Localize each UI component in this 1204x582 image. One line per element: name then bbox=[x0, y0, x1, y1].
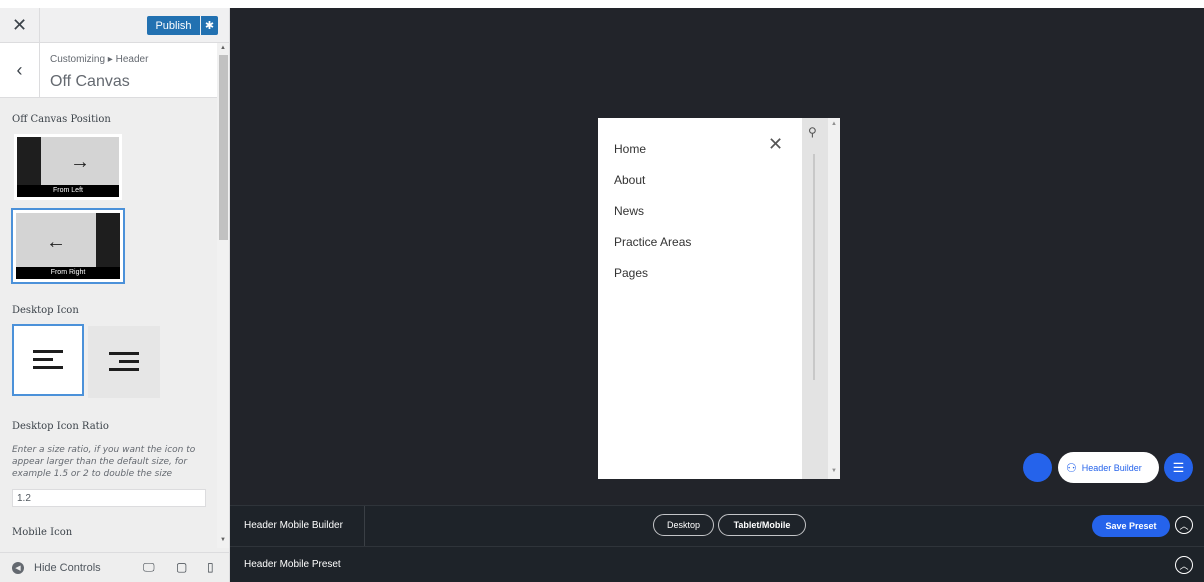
hide-controls-icon[interactable]: ◀ bbox=[12, 562, 24, 574]
scroll-up-icon: ▲ bbox=[220, 45, 226, 51]
position-option-right[interactable]: ← From Right bbox=[11, 208, 125, 284]
expand-preset-button[interactable]: ︿ bbox=[1175, 556, 1193, 574]
search-strip: ⚲ bbox=[802, 118, 828, 479]
menu-right-icon bbox=[109, 350, 139, 374]
close-customizer-button[interactable]: ✕ bbox=[0, 8, 40, 43]
hide-controls-button[interactable]: Hide Controls bbox=[34, 562, 101, 574]
scroll-up-icon: ▲ bbox=[831, 121, 837, 127]
sitemap-icon: ⚇ bbox=[1066, 460, 1077, 475]
ratio-title: Desktop Icon Ratio bbox=[12, 421, 109, 432]
breadcrumb: Customizing ▸ Header bbox=[50, 54, 149, 65]
mobile-icon[interactable]: ▯ bbox=[207, 560, 214, 574]
menu-item-home[interactable]: Home bbox=[614, 142, 646, 156]
section-title: Off Canvas bbox=[50, 73, 130, 90]
site-preview: ✕ Home About News Practice Areas Pages ⚲… bbox=[230, 8, 1204, 505]
scroll-down-icon: ▼ bbox=[831, 468, 837, 474]
list-icon[interactable]: ☰ bbox=[1164, 453, 1193, 482]
ratio-description: Enter a size ratio, if you want the icon… bbox=[12, 445, 196, 479]
position-label: From Left bbox=[17, 185, 119, 197]
collapse-builder-button[interactable]: ︿ bbox=[1175, 516, 1193, 534]
back-button[interactable]: ‹ bbox=[0, 43, 40, 98]
search-icon[interactable]: ⚲ bbox=[808, 125, 817, 139]
header-builder-label: Header Builder bbox=[1081, 462, 1142, 473]
divider bbox=[364, 506, 365, 547]
tablet-icon[interactable]: ▢ bbox=[176, 560, 187, 574]
save-preset-button[interactable]: Save Preset bbox=[1092, 515, 1170, 537]
close-icon[interactable]: ✕ bbox=[768, 134, 783, 155]
device-tab-desktop[interactable]: Desktop bbox=[653, 514, 714, 536]
off-canvas-menu: ✕ Home About News Practice Areas Pages bbox=[598, 118, 802, 479]
close-icon: ✕ bbox=[11, 15, 28, 35]
publish-button[interactable]: Publish bbox=[147, 16, 200, 35]
menu-item-practice-areas[interactable]: Practice Areas bbox=[614, 235, 691, 249]
position-option-left[interactable]: → From Left bbox=[14, 134, 122, 200]
menu-left-icon bbox=[33, 348, 63, 372]
position-label: From Right bbox=[16, 267, 120, 279]
arrow-right-icon: → bbox=[70, 151, 90, 173]
chevron-left-icon: ‹ bbox=[16, 60, 23, 80]
section-header: ‹ Customizing ▸ Header Off Canvas bbox=[0, 43, 217, 98]
scrollbar-thumb[interactable] bbox=[219, 55, 228, 240]
menu-item-news[interactable]: News bbox=[614, 204, 644, 218]
desktop-icon-option-right[interactable] bbox=[88, 326, 160, 398]
builder-title: Header Mobile Builder bbox=[244, 520, 343, 531]
gear-icon: ✱ bbox=[204, 20, 215, 32]
preset-title: Header Mobile Preset bbox=[244, 559, 341, 570]
panel-scrollbar[interactable]: ▲ ▼ bbox=[828, 118, 840, 479]
desktop-icon[interactable]: 🖵 bbox=[143, 560, 155, 575]
sidebar-scrollbar[interactable]: ▲ ▼ bbox=[217, 43, 229, 548]
header-preset-bar: Header Mobile Preset ︿ bbox=[230, 546, 1204, 582]
desktop-icon-option-left[interactable] bbox=[12, 324, 84, 396]
position-control-title: Off Canvas Position bbox=[12, 114, 111, 125]
ratio-input[interactable] bbox=[12, 489, 206, 507]
customizer-topbar: ✕ Publish ✱ bbox=[0, 8, 229, 43]
chevron-up-icon: ︿ bbox=[1179, 560, 1189, 571]
customizer-sidebar: ✕ Publish ✱ ‹ Customizing ▸ Header Off C… bbox=[0, 8, 230, 582]
menu-item-pages[interactable]: Pages bbox=[614, 266, 648, 280]
menu-item-about[interactable]: About bbox=[614, 173, 645, 187]
strip-divider bbox=[813, 154, 815, 380]
scroll-down-icon: ▼ bbox=[220, 537, 226, 543]
chevron-up-icon: ︿ bbox=[1179, 520, 1189, 531]
mobile-icon-title: Mobile Icon bbox=[12, 527, 73, 538]
arrow-left-icon: ← bbox=[46, 231, 66, 253]
header-builder-bar: Header Mobile Builder Desktop Tablet/Mob… bbox=[230, 505, 1204, 547]
sidebar-footer: ◀ Hide Controls 🖵 ▢ ▯ bbox=[0, 552, 229, 582]
publish-settings-button[interactable]: ✱ bbox=[201, 16, 218, 35]
device-tab-tablet-mobile[interactable]: Tablet/Mobile bbox=[718, 514, 806, 536]
desktop-icon-title: Desktop Icon bbox=[12, 305, 79, 316]
action-button[interactable] bbox=[1023, 453, 1052, 482]
header-builder-button[interactable]: ⚇ Header Builder bbox=[1058, 452, 1159, 483]
